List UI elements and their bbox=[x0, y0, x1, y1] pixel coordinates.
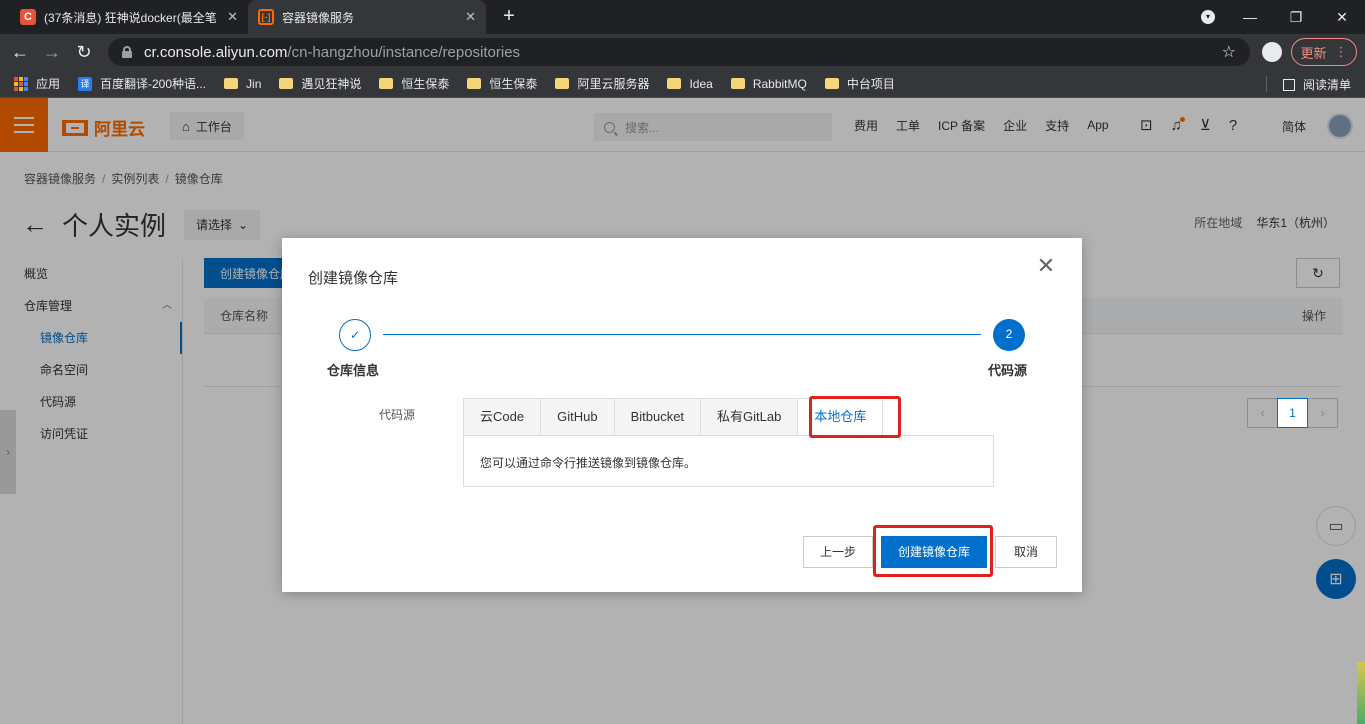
folder-icon bbox=[667, 78, 682, 89]
back-icon[interactable]: ← bbox=[8, 40, 32, 64]
bookmark-label: Idea bbox=[689, 76, 713, 91]
tab-panel: 您可以通过命令行推送镜像到镜像仓库。 bbox=[463, 435, 994, 487]
reading-list-icon bbox=[1282, 78, 1295, 91]
update-button[interactable]: 更新 ⋮ bbox=[1291, 38, 1357, 66]
close-tab-icon[interactable]: ✕ bbox=[465, 9, 476, 25]
tab-github[interactable]: GitHub bbox=[540, 398, 614, 436]
tab-search-icon[interactable]: ▾ bbox=[1201, 10, 1215, 24]
create-repo-submit-button[interactable]: 创建镜像仓库 bbox=[881, 536, 987, 568]
tab-title: (37条消息) 狂神说docker(最全笔 bbox=[44, 10, 217, 25]
panel-description: 您可以通过命令行推送镜像到镜像仓库。 bbox=[480, 456, 697, 470]
folder-icon bbox=[379, 78, 394, 89]
browser-tabbar: C (37条消息) 狂神说docker(最全笔 ✕ [-] 容器镜像服务 ✕ +… bbox=[0, 0, 1365, 34]
folder-icon bbox=[279, 78, 294, 89]
folder-icon bbox=[467, 78, 482, 89]
prev-step-button[interactable]: 上一步 bbox=[803, 536, 873, 568]
folder-icon bbox=[555, 78, 570, 89]
volume-meter bbox=[1357, 662, 1365, 724]
bookmark-label: RabbitMQ bbox=[752, 76, 807, 91]
browser-tab-aliyun[interactable]: [-] 容器镜像服务 ✕ bbox=[248, 0, 486, 34]
reading-list-button[interactable]: 阅读清单 bbox=[1282, 76, 1351, 93]
update-label: 更新 bbox=[1300, 45, 1327, 61]
bookmark-label: 恒生保泰 bbox=[489, 77, 538, 91]
url-path: /cn-hangzhou/instance/repositories bbox=[287, 43, 521, 61]
bookmark-label: 中台项目 bbox=[846, 77, 895, 91]
more-menu-icon: ⋮ bbox=[1334, 44, 1348, 59]
address-bar[interactable]: cr.console.aliyun.com/cn-hangzhou/instan… bbox=[108, 38, 1250, 66]
tab-yun-code[interactable]: 云Code bbox=[463, 398, 541, 436]
bookmark-folder[interactable]: 中台项目 bbox=[824, 75, 895, 92]
bookmark-baidu-translate[interactable]: 译 百度翻译-200种语... bbox=[78, 75, 206, 92]
dialog-title: 创建镜像仓库 bbox=[308, 270, 399, 287]
bookmarks-bar: 应用 译 百度翻译-200种语... Jin 遇见狂神说 恒生保泰 恒生保泰 阿… bbox=[0, 70, 1365, 98]
maximize-icon[interactable]: ❐ bbox=[1273, 9, 1319, 26]
lock-icon bbox=[122, 46, 132, 58]
bookmark-label: 百度翻译-200种语... bbox=[100, 77, 207, 91]
step-2-label: 代码源 bbox=[988, 363, 1028, 378]
profile-avatar-icon[interactable] bbox=[1262, 42, 1282, 62]
tab-bitbucket[interactable]: Bitbucket bbox=[613, 398, 701, 436]
bookmark-folder[interactable]: Jin bbox=[224, 77, 261, 91]
bookmark-label: 遇见狂神说 bbox=[301, 77, 362, 91]
reading-list-label: 阅读清单 bbox=[1302, 78, 1351, 92]
page-number[interactable]: 1 bbox=[1277, 398, 1308, 428]
create-repo-dialog: 创建镜像仓库 ✕ ✓ 2 仓库信息 代码源 代码源 云Code GitHub B… bbox=[282, 238, 1082, 592]
tab-local-repo[interactable]: 本地仓库 bbox=[797, 398, 884, 436]
translate-icon: 译 bbox=[78, 76, 93, 91]
step-connector bbox=[383, 334, 981, 335]
code-source-tabs: 云Code GitHub Bitbucket 私有GitLab 本地仓库 bbox=[463, 398, 884, 436]
new-tab-button[interactable]: + bbox=[498, 6, 520, 28]
browser-tab-csdn[interactable]: C (37条消息) 狂神说docker(最全笔 ✕ bbox=[10, 0, 248, 34]
cancel-button[interactable]: 取消 bbox=[995, 536, 1057, 568]
minimize-icon[interactable]: — bbox=[1227, 9, 1273, 25]
step-1-label: 仓库信息 bbox=[327, 363, 380, 378]
apps-grid-icon bbox=[14, 76, 28, 91]
close-icon[interactable]: ✕ bbox=[1034, 254, 1058, 278]
bookmark-star-icon[interactable]: ☆ bbox=[1222, 42, 1236, 62]
window-controls: — ❐ ✕ bbox=[1227, 0, 1365, 34]
bookmark-folder[interactable]: 阿里云服务器 bbox=[555, 75, 649, 92]
folder-icon bbox=[730, 78, 745, 89]
step-1-check-icon: ✓ bbox=[339, 319, 371, 351]
csdn-favicon-icon: C bbox=[20, 9, 36, 25]
bookmark-folder[interactable]: 恒生保泰 bbox=[379, 75, 449, 92]
bookmark-label: 应用 bbox=[36, 77, 61, 91]
tab-private-gitlab[interactable]: 私有GitLab bbox=[700, 398, 798, 436]
close-tab-icon[interactable]: ✕ bbox=[227, 9, 238, 25]
url-host: cr.console.aliyun.com bbox=[144, 43, 288, 61]
aliyun-favicon-icon: [-] bbox=[258, 9, 274, 25]
bookmark-folder[interactable]: 遇见狂神说 bbox=[279, 75, 361, 92]
tab-title: 容器镜像服务 bbox=[282, 10, 355, 25]
browser-toolbar: ← → ↻ cr.console.aliyun.com/cn-hangzhou/… bbox=[0, 34, 1365, 70]
code-source-label: 代码源 bbox=[379, 408, 416, 422]
bookmarks-divider bbox=[1266, 76, 1267, 92]
forward-icon[interactable]: → bbox=[40, 40, 64, 64]
bookmark-label: 恒生保泰 bbox=[401, 77, 450, 91]
step-2-indicator: 2 bbox=[993, 319, 1025, 351]
folder-icon bbox=[824, 78, 839, 89]
folder-icon bbox=[224, 78, 239, 89]
bookmark-folder[interactable]: Idea bbox=[667, 76, 713, 91]
bookmark-label: Jin bbox=[246, 76, 262, 91]
bookmark-apps[interactable]: 应用 bbox=[14, 75, 60, 92]
bookmark-folder[interactable]: RabbitMQ bbox=[730, 76, 807, 91]
reload-icon[interactable]: ↻ bbox=[72, 40, 96, 64]
bookmark-folder[interactable]: 恒生保泰 bbox=[467, 75, 537, 92]
bookmark-label: 阿里云服务器 bbox=[577, 77, 650, 91]
close-window-icon[interactable]: ✕ bbox=[1319, 9, 1365, 26]
